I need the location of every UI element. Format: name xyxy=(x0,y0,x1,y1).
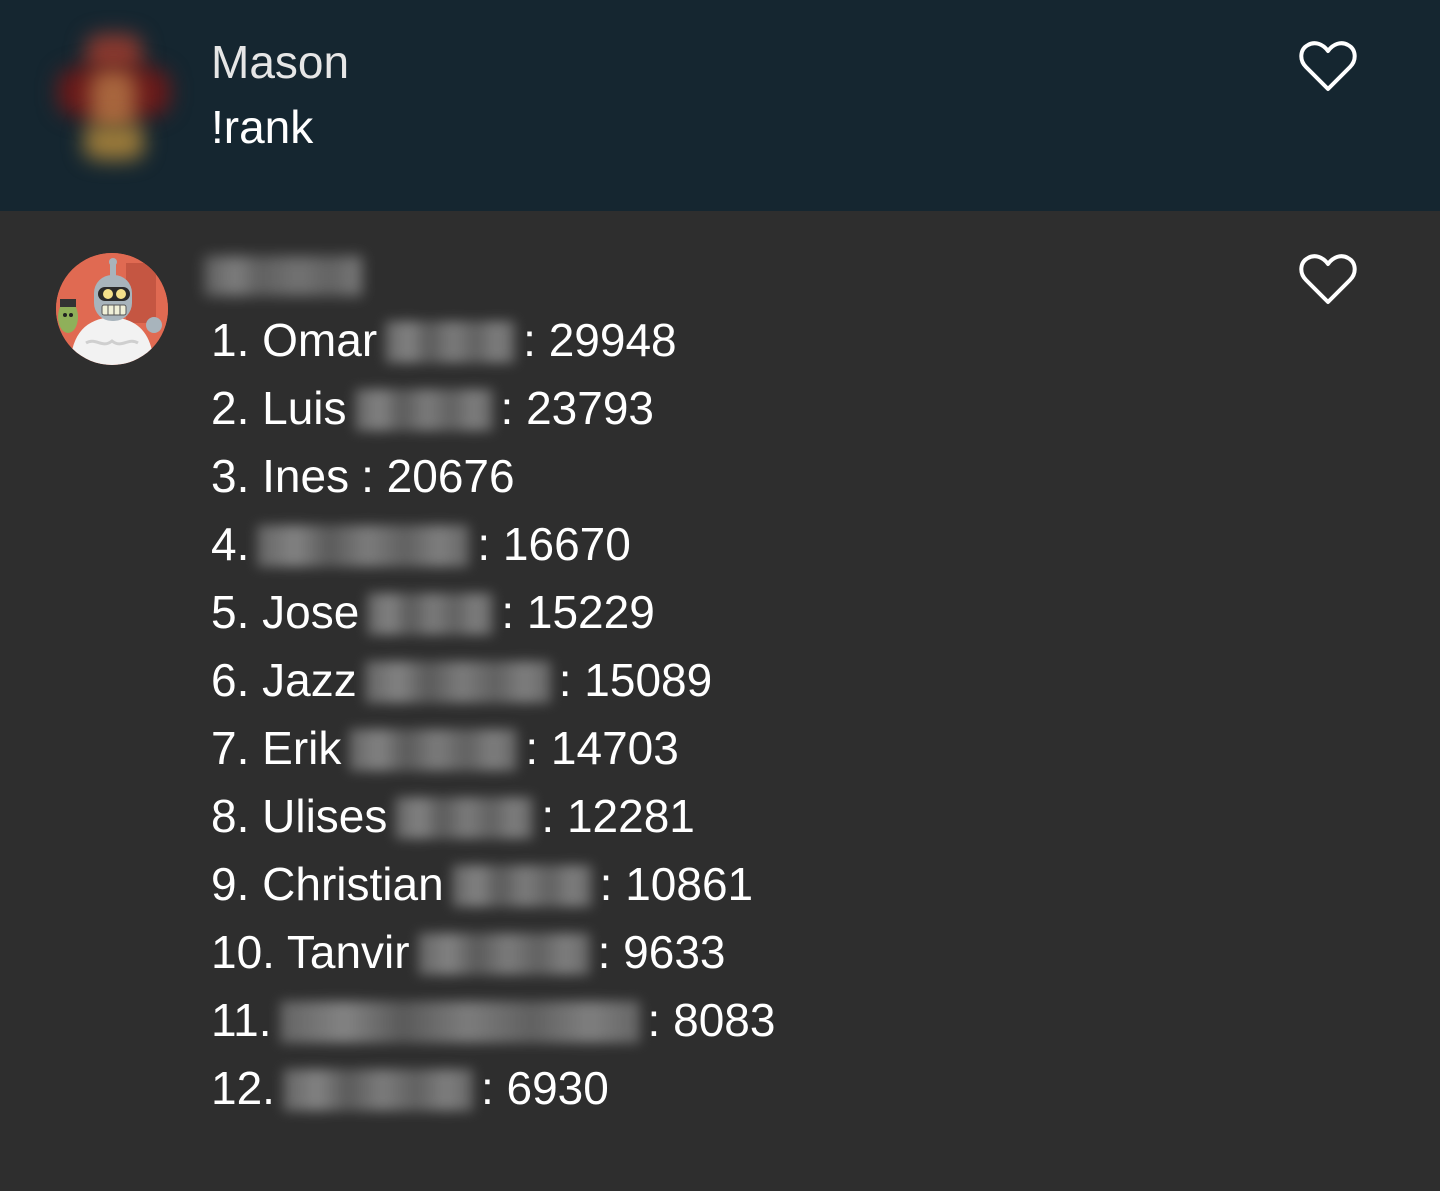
username-redacted[interactable] xyxy=(204,256,362,296)
redacted-name xyxy=(367,593,494,635)
redacted-name xyxy=(282,1069,473,1111)
rank-score: : 15089 xyxy=(558,654,713,706)
rank-label: 2. Luis xyxy=(211,382,347,434)
redacted-name xyxy=(364,661,551,703)
rank-label: 8. Ulises xyxy=(211,790,388,842)
rank-label: 3. Ines xyxy=(211,450,350,502)
rank-row: 4. : 16670 xyxy=(211,520,775,588)
rank-score: : 15229 xyxy=(501,586,655,638)
rank-label: 7. Erik xyxy=(211,722,342,774)
rank-label: 12. xyxy=(211,1062,275,1114)
rank-score: : 9633 xyxy=(597,926,726,978)
rank-label: 9. Christian xyxy=(211,858,444,910)
rank-label: 1. Omar xyxy=(211,314,378,366)
redacted-name xyxy=(257,525,470,567)
rank-row: 6. Jazz : 15089 xyxy=(211,656,775,724)
rank-score: : 14703 xyxy=(525,722,679,774)
message-item-mason: Mason !rank xyxy=(0,0,1440,211)
redacted-name xyxy=(395,797,534,839)
rank-score: : 20676 xyxy=(361,450,515,502)
rank-row: 8. Ulises : 12281 xyxy=(211,792,775,860)
redacted-name xyxy=(451,865,592,907)
message-text: !rank xyxy=(211,101,314,153)
rank-score: : 23793 xyxy=(500,382,655,434)
redacted-name xyxy=(417,933,590,975)
rank-row: 11. : 8083 xyxy=(211,996,775,1064)
redacted-name xyxy=(385,321,516,363)
rank-score: : 29948 xyxy=(523,314,677,366)
avatar-icon[interactable] xyxy=(48,28,180,168)
rank-score: : 6930 xyxy=(480,1062,609,1114)
rank-row: 3. Ines : 20676 xyxy=(211,452,775,520)
rank-label: 5. Jose xyxy=(211,586,360,638)
rank-label: 10. Tanvir xyxy=(211,926,410,978)
heart-outline-icon[interactable] xyxy=(1298,41,1358,93)
rank-label: 11. xyxy=(211,994,272,1046)
rank-score: : 10861 xyxy=(599,858,754,910)
rank-list: 1. Omar : 29948 2. Luis : 23793 3. Ines … xyxy=(211,316,775,1132)
rank-row: 1. Omar : 29948 xyxy=(211,316,775,384)
redacted-name xyxy=(349,729,518,771)
username[interactable]: Mason xyxy=(211,39,349,85)
bender-avatar-icon[interactable] xyxy=(56,253,168,365)
rank-label: 4. xyxy=(211,518,250,570)
rank-row: 2. Luis : 23793 xyxy=(211,384,775,452)
redacted-name xyxy=(279,1001,640,1043)
heart-outline-icon[interactable] xyxy=(1298,254,1358,306)
rank-row: 10. Tanvir : 9633 xyxy=(211,928,775,996)
rank-score: : 8083 xyxy=(647,994,776,1046)
rank-row: 12. : 6930 xyxy=(211,1064,775,1132)
rank-score: : 16670 xyxy=(477,518,631,570)
rank-score: : 12281 xyxy=(541,790,695,842)
rank-row: 5. Jose : 15229 xyxy=(211,588,775,656)
rank-row: 7. Erik : 14703 xyxy=(211,724,775,792)
redacted-name xyxy=(354,389,493,431)
rank-label: 6. Jazz xyxy=(211,654,357,706)
rank-row: 9. Christian : 10861 xyxy=(211,860,775,928)
